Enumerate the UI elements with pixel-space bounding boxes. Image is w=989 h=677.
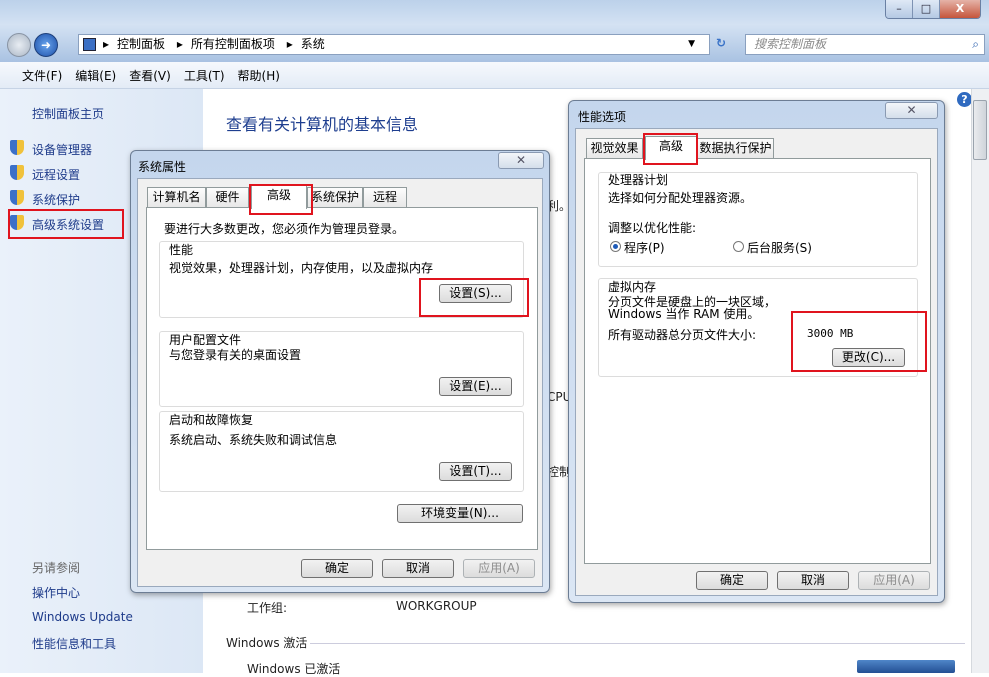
admin-note: 要进行大多数更改，您必须作为管理员登录。 <box>164 222 405 236</box>
tab-visual-effects[interactable]: 视觉效果 <box>586 138 643 159</box>
user-profiles-group: 用户配置文件 与您登录有关的桌面设置 设置(E)... <box>159 331 524 407</box>
sidebar-home-link[interactable]: 控制面板主页 <box>32 105 104 122</box>
apply-button[interactable]: 应用(A) <box>463 559 535 578</box>
search-input[interactable]: 搜索控制面板 ⌕ <box>745 34 985 55</box>
tab-computer-name[interactable]: 计算机名 <box>147 187 206 208</box>
menu-view[interactable]: 查看(V) <box>129 67 171 84</box>
minimize-button[interactable]: – <box>886 0 913 18</box>
tab-system-protection[interactable]: 系统保护 <box>307 187 363 208</box>
group-desc: 与您登录有关的桌面设置 <box>169 348 302 362</box>
group-title: 虚拟内存 <box>608 280 657 294</box>
radio-background-services[interactable] <box>733 241 744 252</box>
maximize-button[interactable]: □ <box>913 0 940 18</box>
cancel-button[interactable]: 取消 <box>777 571 849 590</box>
group-title: 启动和故障恢复 <box>169 413 254 427</box>
cancel-button[interactable]: 取消 <box>382 559 454 578</box>
radio-programs[interactable] <box>610 241 621 252</box>
radio-services-label[interactable]: 后台服务(S) <box>747 239 812 256</box>
workgroup-label: 工作组: <box>247 601 288 615</box>
page-title: 查看有关计算机的基本信息 <box>226 115 419 134</box>
forward-button[interactable]: ➜ <box>34 33 58 57</box>
back-button[interactable] <box>7 33 31 57</box>
shield-icon <box>10 165 24 180</box>
tab-hardware[interactable]: 硬件 <box>206 187 249 208</box>
group-title: 处理器计划 <box>608 173 669 187</box>
highlight-box <box>8 209 124 239</box>
system-properties-dialog: 系统属性 ✕ 计算机名 硬件 高级 系统保护 远程 要进行大多数更改，您必须作为… <box>130 150 550 593</box>
tab-dep[interactable]: 数据执行保护 <box>697 138 774 159</box>
divider <box>310 643 965 644</box>
highlight-box <box>419 278 529 317</box>
see-also-heading: 另请参阅 <box>32 561 81 575</box>
performance-options-dialog: 性能选项 ✕ 视觉效果 高级 数据执行保护 处理器计划 选择如何分配处理器资源。… <box>568 100 945 603</box>
radio-programs-label[interactable]: 程序(P) <box>624 239 665 256</box>
startup-recovery-group: 启动和故障恢复 系统启动、系统失败和调试信息 设置(T)... <box>159 411 524 492</box>
sidebar-item-device-manager[interactable]: 设备管理器 <box>32 141 92 158</box>
processor-scheduling-group: 处理器计划 选择如何分配处理器资源。 调整以优化性能: 程序(P) 后台服务(S… <box>598 172 918 267</box>
vm-total-label: 所有驱动器总分页文件大小: <box>608 328 757 342</box>
highlight-box <box>791 311 927 372</box>
tab-panel: 要进行大多数更改，您必须作为管理员登录。 性能 视觉效果，处理器计划，内存使用，… <box>146 207 538 550</box>
sidebar-item-remote[interactable]: 远程设置 <box>32 166 80 183</box>
activation-status: Windows 已激活 <box>247 662 341 676</box>
link-windows-update[interactable]: Windows Update <box>32 610 133 624</box>
address-bar[interactable]: ▸ 控制面板 ▸ 所有控制面板项 ▸ 系统 ▼ <box>78 34 710 55</box>
ok-button[interactable]: 确定 <box>696 571 768 590</box>
group-title: 性能 <box>169 243 194 257</box>
link-performance[interactable]: 性能信息和工具 <box>32 635 116 652</box>
search-icon: ⌕ <box>972 37 979 51</box>
highlight-box <box>643 133 698 165</box>
help-icon[interactable]: ? <box>957 92 972 107</box>
breadcrumb-item[interactable]: 所有控制面板项 <box>191 37 275 51</box>
group-desc: 分页文件是硬盘上的一块区域，Windows 当作 RAM 使用。 <box>608 295 777 321</box>
highlight-box <box>249 184 313 215</box>
tab-remote[interactable]: 远程 <box>363 187 407 208</box>
close-button[interactable]: ✕ <box>885 102 938 119</box>
dialog-title: 系统属性 <box>138 160 187 174</box>
menu-file[interactable]: 文件(F) <box>22 67 62 84</box>
shield-icon <box>10 190 24 205</box>
control-panel-icon <box>83 38 96 51</box>
breadcrumb-item[interactable]: 系统 <box>301 37 325 51</box>
menu-bar: 文件(F) 编辑(E) 查看(V) 工具(T) 帮助(H) <box>0 62 989 89</box>
workgroup-value: WORKGROUP <box>396 599 477 613</box>
activation-heading: Windows 激活 <box>226 636 308 650</box>
scrollbar[interactable] <box>971 89 989 673</box>
group-desc: 系统启动、系统失败和调试信息 <box>169 433 338 447</box>
window-controls: – □ X <box>885 0 981 19</box>
close-button[interactable]: X <box>940 0 980 18</box>
menu-help[interactable]: 帮助(H) <box>238 67 280 84</box>
chevron-down-icon[interactable]: ▼ <box>688 35 695 54</box>
breadcrumb-sep: ▸ <box>176 37 183 51</box>
tab-panel: 处理器计划 选择如何分配处理器资源。 调整以优化性能: 程序(P) 后台服务(S… <box>584 158 931 564</box>
profiles-settings-button[interactable]: 设置(E)... <box>439 377 512 396</box>
sidebar-item-protection[interactable]: 系统保护 <box>32 191 80 208</box>
menu-edit[interactable]: 编辑(E) <box>75 67 116 84</box>
close-button[interactable]: ✕ <box>498 152 544 169</box>
scrollbar-thumb[interactable] <box>973 100 987 160</box>
breadcrumb-item[interactable]: 控制面板 <box>117 37 165 51</box>
link-action-center[interactable]: 操作中心 <box>32 584 80 601</box>
optimize-label: 调整以优化性能: <box>608 221 697 235</box>
change-key-button[interactable] <box>857 660 955 673</box>
breadcrumb-sep: ▸ <box>286 37 293 51</box>
apply-button[interactable]: 应用(A) <box>858 571 930 590</box>
refresh-icon[interactable]: ↻ <box>716 36 726 50</box>
menu-tools[interactable]: 工具(T) <box>184 67 225 84</box>
environment-variables-button[interactable]: 环境变量(N)... <box>397 504 523 523</box>
breadcrumb-sep: ▸ <box>103 37 110 51</box>
shield-icon <box>10 140 24 155</box>
ok-button[interactable]: 确定 <box>301 559 373 578</box>
group-desc: 视觉效果，处理器计划，内存使用，以及虚拟内存 <box>169 261 434 275</box>
dialog-title: 性能选项 <box>578 110 627 124</box>
startup-settings-button[interactable]: 设置(T)... <box>439 462 512 481</box>
group-desc: 选择如何分配处理器资源。 <box>608 191 753 205</box>
